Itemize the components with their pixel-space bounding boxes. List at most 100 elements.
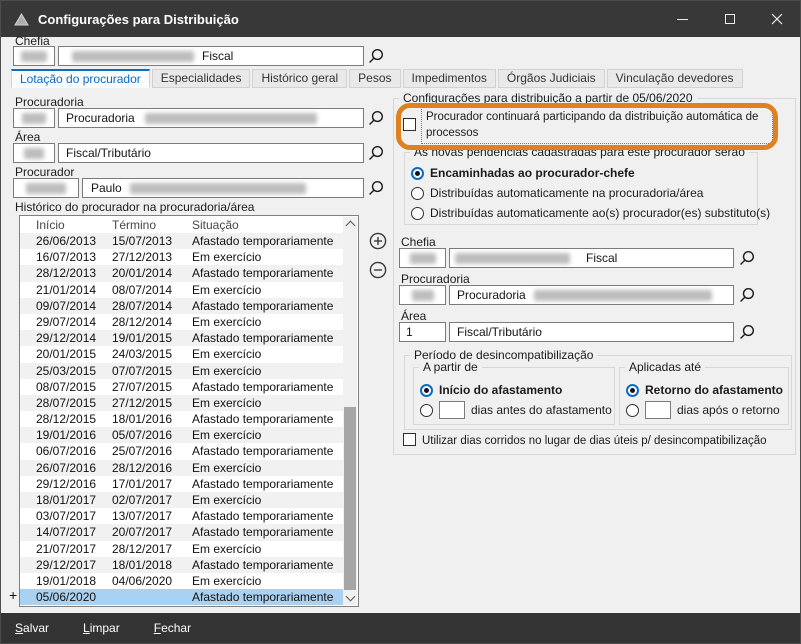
area-name-field[interactable]: Fiscal/Tributário bbox=[58, 143, 364, 163]
table-row[interactable]: 21/07/201728/12/2017Em exercício bbox=[20, 541, 343, 557]
table-row[interactable]: 20/01/201524/03/2015Em exercício bbox=[20, 346, 343, 362]
table-cell: 21/01/2014 bbox=[20, 282, 112, 298]
table-row[interactable]: 06/07/201625/07/2016Afastado temporariam… bbox=[20, 443, 343, 459]
chefia-right-name-field[interactable]: Fiscal bbox=[449, 248, 734, 268]
table-row[interactable]: 28/12/201518/01/2016Afastado temporariam… bbox=[20, 411, 343, 427]
fechar-button[interactable]: Fechar bbox=[154, 621, 191, 635]
radio-icon[interactable] bbox=[411, 207, 424, 220]
procuradoria-code-field[interactable] bbox=[13, 108, 55, 128]
tab-pesos[interactable]: Pesos bbox=[349, 69, 400, 88]
procuradoria-right-name-field[interactable]: Procuradoria bbox=[449, 285, 734, 305]
table-cell: Afastado temporariamente bbox=[192, 411, 343, 427]
limpar-button[interactable]: Limpar bbox=[83, 621, 120, 635]
window-controls bbox=[659, 1, 800, 37]
area-search-button[interactable] bbox=[367, 145, 384, 162]
table-cell: Em exercício bbox=[192, 395, 343, 411]
area-code-field[interactable] bbox=[13, 143, 55, 163]
table-row[interactable]: 26/06/201315/07/2013Afastado temporariam… bbox=[20, 233, 343, 249]
procuradoria-right-search-button[interactable] bbox=[738, 287, 755, 304]
radio-option-in-cio-do-afastamento[interactable]: Início do afastamento bbox=[414, 380, 614, 400]
dias-corridos-label[interactable]: Utilizar dias corridos no lugar de dias … bbox=[422, 433, 767, 449]
radio-icon[interactable] bbox=[411, 187, 424, 200]
table-row[interactable]: 21/01/201408/07/2014Em exercício bbox=[20, 282, 343, 298]
procuradoria-right-code-field[interactable] bbox=[399, 285, 446, 305]
table-row[interactable]: 05/06/2020Afastado temporariamente bbox=[20, 589, 343, 605]
days-input[interactable] bbox=[645, 401, 671, 419]
tab-hist-rico-geral[interactable]: Histórico geral bbox=[252, 69, 347, 88]
table-cell: 07/07/2015 bbox=[112, 363, 192, 379]
table-row[interactable]: 29/07/201428/12/2014Em exercício bbox=[20, 314, 343, 330]
radio-option-dias-antes-do-afastamento[interactable]: dias antes do afastamento bbox=[414, 400, 614, 420]
chefia-top-code-field[interactable] bbox=[13, 46, 55, 66]
scroll-up-icon[interactable] bbox=[346, 221, 356, 231]
search-icon bbox=[367, 48, 384, 65]
chefia-top-name-field[interactable]: Fiscal bbox=[58, 46, 364, 66]
procurador-code-field[interactable] bbox=[13, 178, 79, 198]
table-row[interactable]: 26/07/201628/12/2016Em exercício bbox=[20, 460, 343, 476]
days-input[interactable] bbox=[439, 401, 465, 419]
procurador-name-field[interactable]: Paulo bbox=[82, 178, 364, 198]
tab-lota-o-do-procurador[interactable]: Lotação do procurador bbox=[11, 69, 150, 88]
radio-icon[interactable] bbox=[420, 384, 433, 397]
tab-rg-os-judiciais[interactable]: Órgãos Judiciais bbox=[498, 69, 605, 88]
redacted-text bbox=[410, 253, 436, 264]
table-row[interactable]: 28/07/201527/12/2015Em exercício bbox=[20, 395, 343, 411]
redacted-text bbox=[534, 290, 712, 301]
table-row[interactable]: 25/03/201507/07/2015Em exercício bbox=[20, 363, 343, 379]
scroll-down-icon[interactable] bbox=[346, 592, 356, 602]
app-icon bbox=[14, 13, 29, 26]
minimize-button[interactable] bbox=[659, 1, 706, 37]
chefia-top-search-button[interactable] bbox=[367, 48, 384, 65]
table-row[interactable]: 29/12/201718/01/2018Afastado temporariam… bbox=[20, 557, 343, 573]
continua-checkbox[interactable] bbox=[403, 118, 416, 131]
radio-icon[interactable] bbox=[626, 384, 639, 397]
radio-icon[interactable] bbox=[626, 404, 639, 417]
table-row[interactable]: 29/12/201419/01/2015Afastado temporariam… bbox=[20, 330, 343, 346]
remove-button[interactable] bbox=[369, 261, 387, 279]
close-button[interactable] bbox=[753, 1, 800, 37]
chefia-right-search-button[interactable] bbox=[738, 250, 755, 267]
table-row[interactable]: 03/07/201713/07/2017Afastado temporariam… bbox=[20, 508, 343, 524]
add-button[interactable] bbox=[369, 232, 387, 250]
radio-icon[interactable] bbox=[420, 404, 433, 417]
table-row[interactable]: 19/01/201605/07/2016Em exercício bbox=[20, 427, 343, 443]
tab-impedimentos[interactable]: Impedimentos bbox=[403, 69, 496, 88]
table-row[interactable]: 19/01/201804/06/2020Em exercício bbox=[20, 573, 343, 589]
area-right-search-button[interactable] bbox=[738, 324, 755, 341]
column-header[interactable]: Situação bbox=[192, 218, 343, 232]
table-row[interactable]: 08/07/201527/07/2015Afastado temporariam… bbox=[20, 379, 343, 395]
redacted-text bbox=[21, 51, 47, 62]
tab-vincula-o-devedores[interactable]: Vinculação devedores bbox=[607, 69, 743, 88]
area-right-code-field[interactable]: 1 bbox=[399, 322, 446, 342]
table-cell: 13/07/2017 bbox=[112, 508, 192, 524]
table-row[interactable]: 29/12/201617/01/2017Afastado temporariam… bbox=[20, 476, 343, 492]
radio-option-distribu-das-automaticamente-ao-s-procurador-es-substituto-s[interactable]: Distribuídas automaticamente ao(s) procu… bbox=[405, 203, 757, 223]
table-row[interactable]: 14/07/201720/07/2017Afastado temporariam… bbox=[20, 524, 343, 540]
minus-circle-icon bbox=[369, 261, 387, 279]
procuradoria-search-button[interactable] bbox=[367, 110, 384, 127]
radio-option-encaminhadas-ao-procurador-chefe[interactable]: Encaminhadas ao procurador-chefe bbox=[405, 163, 757, 183]
radio-icon[interactable] bbox=[411, 167, 424, 180]
table-cell: Em exercício bbox=[192, 573, 343, 589]
salvar-button[interactable]: Salvar bbox=[15, 621, 49, 635]
column-header[interactable]: Início bbox=[20, 218, 112, 232]
table-cell: Afastado temporariamente bbox=[192, 589, 343, 605]
radio-option-dias-ap-s-o-retorno[interactable]: dias após o retorno bbox=[620, 400, 788, 420]
maximize-button[interactable] bbox=[706, 1, 753, 37]
continua-checkbox-label[interactable]: Procurador continuará participando da di… bbox=[421, 106, 773, 144]
radio-option-retorno-do-afastamento[interactable]: Retorno do afastamento bbox=[620, 380, 788, 400]
area-right-name-field[interactable]: Fiscal/Tributário bbox=[449, 322, 734, 342]
scrollbar-thumb[interactable] bbox=[344, 407, 356, 590]
chefia-right-code-field[interactable] bbox=[399, 248, 446, 268]
procurador-search-button[interactable] bbox=[367, 180, 384, 197]
tab-especialidades[interactable]: Especialidades bbox=[152, 69, 251, 88]
column-header[interactable]: Término bbox=[112, 218, 192, 232]
table-scrollbar[interactable] bbox=[343, 217, 357, 605]
procuradoria-name-field[interactable]: Procuradoria bbox=[58, 108, 364, 128]
table-row[interactable]: 28/12/201320/01/2014Afastado temporariam… bbox=[20, 265, 343, 281]
radio-option-distribu-das-automaticamente-na-procuradoria-rea[interactable]: Distribuídas automaticamente na procurad… bbox=[405, 183, 757, 203]
table-row[interactable]: 16/07/201327/12/2013Em exercício bbox=[20, 249, 343, 265]
dias-corridos-checkbox[interactable] bbox=[403, 433, 416, 446]
table-row[interactable]: 18/01/201702/07/2017Em exercício bbox=[20, 492, 343, 508]
table-row[interactable]: 09/07/201428/07/2014Afastado temporariam… bbox=[20, 298, 343, 314]
